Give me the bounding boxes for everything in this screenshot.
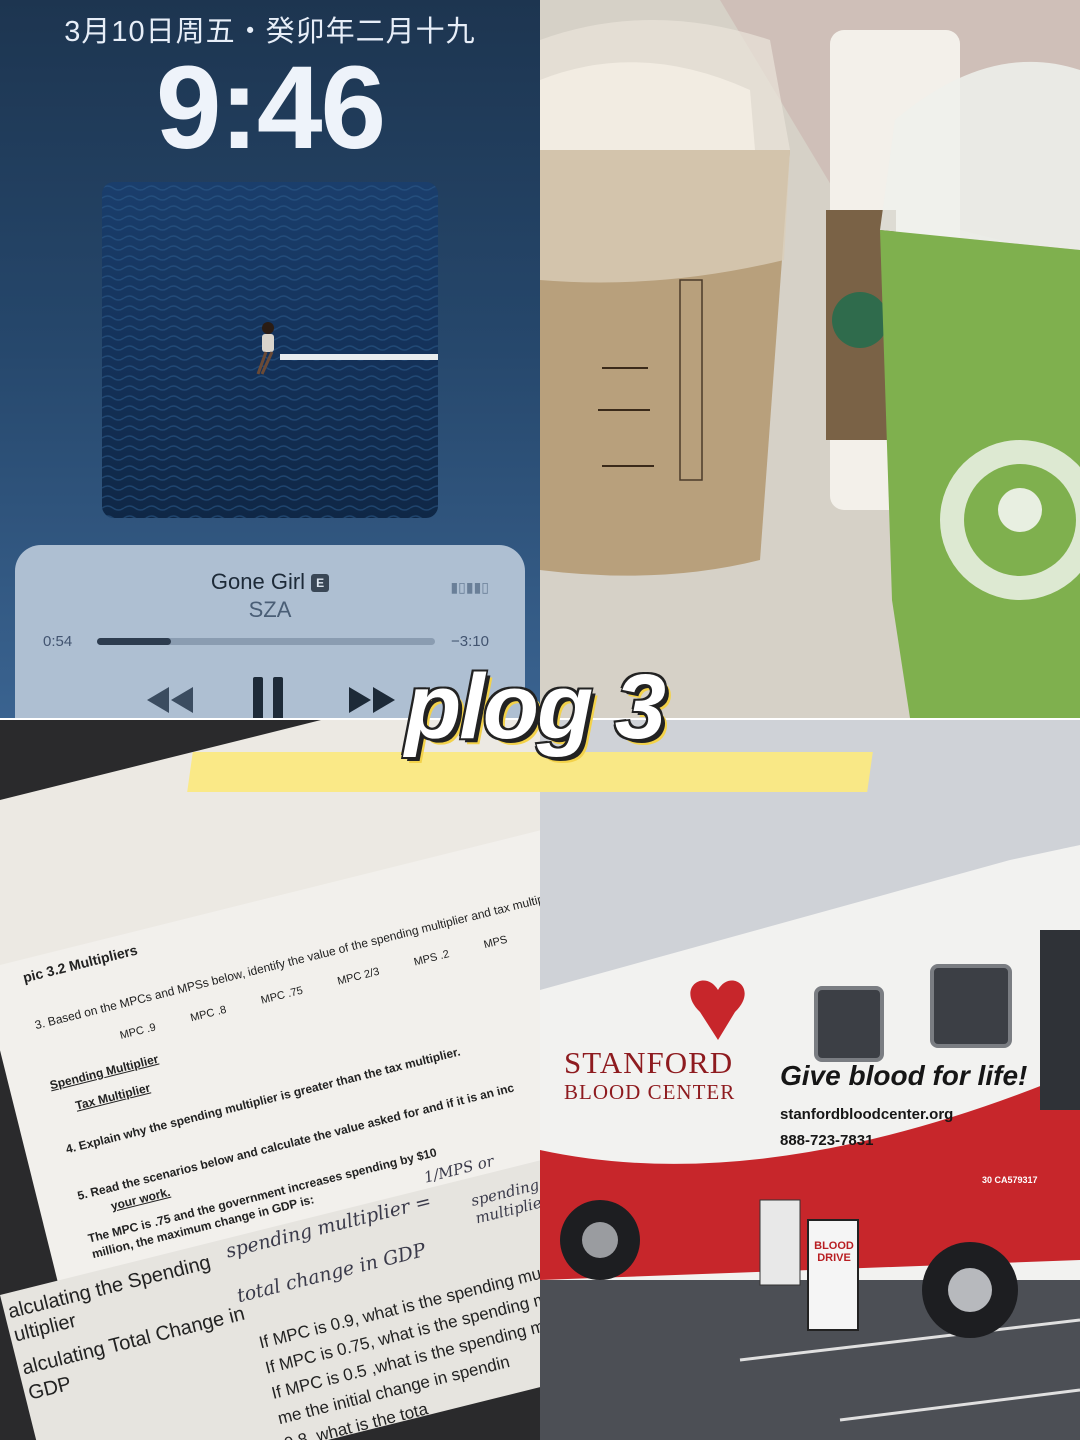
- drinks-photo: [540, 0, 1080, 718]
- progress-fill: [97, 638, 172, 645]
- blood-center-text: BLOOD CENTER: [564, 1080, 736, 1104]
- truck-phone: 888-723-7831: [780, 1132, 874, 1149]
- blood-drive-sign: BLOOD DRIVE: [814, 1240, 854, 1264]
- progress-bar[interactable]: [97, 638, 435, 645]
- stanford-logo-text: STANFORD: [564, 1045, 734, 1080]
- col-header: MPC .75: [259, 984, 305, 1007]
- lock-time: 9:46: [155, 42, 386, 174]
- now-playing-track: Gone Girl E: [15, 569, 525, 595]
- forward-icon[interactable]: [347, 683, 397, 717]
- col-header: MPS: [482, 933, 509, 952]
- track-title: Gone Girl: [210, 569, 306, 594]
- truck-slogan: Give blood for life!: [780, 1060, 1028, 1091]
- album-art-image: [102, 182, 438, 518]
- truck-website: stanfordbloodcenter.org: [780, 1106, 954, 1123]
- track-artist: SZA: [248, 597, 292, 622]
- blood-truck-photo: STANFORD BLOOD CENTER Give blood for lif…: [540, 720, 1080, 1440]
- audio-waves-icon: ▮▯▮▮▯: [450, 579, 489, 595]
- truck-plate: 30 CA579317: [982, 1175, 1038, 1185]
- col-header: MPS .2: [412, 948, 451, 969]
- elapsed-time: 0:54: [43, 633, 73, 650]
- remaining-time: −3:10: [451, 633, 489, 650]
- col-header: MPC .9: [118, 1021, 158, 1042]
- worksheet-photo: pic 3.2 Multipliers 3. Based on the MPCs…: [0, 720, 540, 1440]
- lockscreen-panel: 3月10日周五・癸卯年二月十九 9:46 Gone Girl E ▮▯▮▮▯ SZ…: [0, 0, 540, 718]
- album-art[interactable]: [102, 182, 438, 518]
- drinks-illustration: [540, 0, 1080, 718]
- col-header: MPC .8: [189, 1003, 228, 1025]
- row-tax-multiplier: Tax Multiplier: [74, 1080, 152, 1113]
- pause-icon[interactable]: [249, 675, 289, 718]
- rewind-icon[interactable]: [145, 683, 195, 717]
- col-header: MPC 2/3: [336, 965, 381, 988]
- page-title: plog 3: [405, 656, 666, 758]
- explicit-badge: E: [311, 574, 330, 593]
